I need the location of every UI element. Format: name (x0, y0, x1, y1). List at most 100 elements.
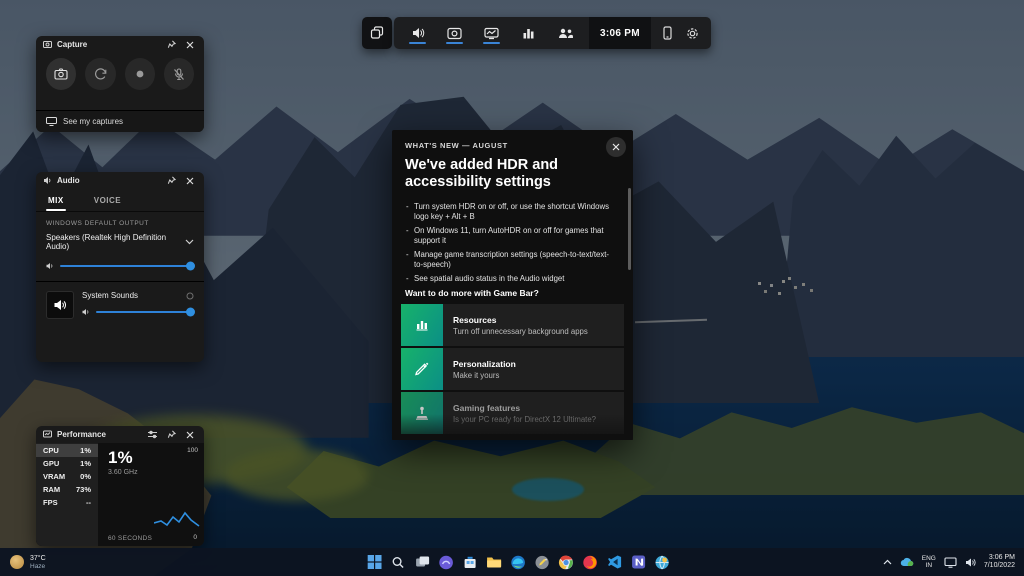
volume-low-icon (82, 308, 90, 316)
weather-haze-icon (10, 555, 24, 569)
card-title: Resources (453, 314, 497, 325)
whats-new-bullet: See spatial audio status in the Audio wi… (406, 274, 613, 284)
app-icon-n[interactable] (630, 554, 647, 571)
pin-icon[interactable] (164, 174, 178, 188)
search-button[interactable] (390, 554, 407, 571)
taskbar-weather-widget[interactable]: 37°C Haze (0, 555, 46, 570)
widget-menu-icon (370, 26, 384, 40)
card-subtitle: Turn off unnecessary background apps (453, 326, 588, 336)
whats-new-bullet-list: Turn system HDR on or off, or use the sh… (406, 202, 613, 288)
performance-open-indicator (483, 42, 500, 44)
weather-condition: Haze (30, 562, 46, 570)
screenshot-button[interactable] (46, 58, 77, 90)
performance-graph-area: 1% 3.60 GHz 100 0 60 SECONDS (98, 443, 204, 546)
close-button[interactable] (606, 137, 626, 157)
chrome-browser-icon[interactable] (558, 554, 575, 571)
app-icon-blue-code[interactable] (606, 554, 623, 571)
personalization-icon (401, 348, 443, 390)
performance-widget: Performance CPU 1% GPU 1% VRAM 0% RAM 73… (36, 426, 204, 546)
pin-icon[interactable] (164, 38, 178, 52)
audio-widget-icon (43, 176, 52, 185)
see-my-captures-label: See my captures (63, 117, 124, 126)
gamebar-clock: 3:06 PM (589, 17, 651, 49)
whats-new-prompt: Want to do more with Game Bar? (405, 288, 539, 298)
performance-widget-title: Performance (57, 430, 106, 439)
whats-new-bullet: Turn system HDR on or off, or use the sh… (406, 202, 613, 222)
close-icon[interactable] (183, 38, 197, 52)
resources-icon (401, 304, 443, 346)
whats-new-panel: WHAT'S NEW — AUGUST We've added HDR and … (392, 130, 633, 440)
performance-options-icon[interactable] (145, 428, 159, 442)
close-icon[interactable] (183, 428, 197, 442)
looking-for-group-widget-button[interactable] (557, 17, 574, 49)
language-code: ENG (921, 555, 936, 562)
language-indicator[interactable]: ENG IN (922, 555, 936, 569)
metric-vram[interactable]: VRAM 0% (36, 470, 98, 483)
cpu-frequency: 3.60 GHz (108, 469, 138, 476)
taskbar-clock[interactable]: 3:06 PM 7/10/2022 (984, 554, 1015, 570)
metric-fps[interactable]: FPS -- (36, 496, 98, 509)
spatial-audio-icon[interactable] (186, 292, 194, 300)
volume-slider-thumb[interactable] (186, 261, 195, 271)
edge-browser-icon[interactable] (510, 554, 527, 571)
system-sounds-label: System Sounds (82, 291, 139, 300)
network-icon[interactable] (944, 556, 957, 568)
capture-widget-button[interactable] (446, 17, 463, 49)
phone-link-icon[interactable] (663, 26, 672, 40)
audio-tab-mix[interactable]: MIX (46, 189, 66, 211)
card-title: Gaming features (453, 402, 521, 413)
audio-widget-title: Audio (57, 176, 80, 185)
screen: 3:06 PM Capture See my captures Audio MI… (0, 0, 1024, 576)
task-view-button[interactable] (414, 554, 431, 571)
performance-widget-button[interactable] (483, 17, 500, 49)
card-subtitle: Make it yours (453, 370, 500, 380)
output-device-dropdown[interactable]: Speakers (Realtek High Definition Audio) (46, 233, 194, 251)
graph-axis-max: 100 (187, 447, 198, 454)
app-icon-globe[interactable] (654, 554, 671, 571)
start-button[interactable] (366, 554, 383, 571)
firefox-browser-icon[interactable] (582, 554, 599, 571)
system-sounds-thumb[interactable] (186, 307, 195, 317)
whats-new-bullet: Manage game transcription settings (spee… (406, 250, 613, 270)
microsoft-store-icon[interactable] (462, 554, 479, 571)
achievements-widget-button[interactable] (520, 17, 537, 49)
audio-tab-voice[interactable]: VOICE (92, 189, 123, 211)
see-my-captures-button[interactable]: See my captures (36, 110, 204, 132)
personalization-card[interactable]: Personalization Make it yours (401, 348, 624, 390)
panel-scrollbar[interactable] (628, 188, 631, 270)
file-explorer-icon[interactable] (486, 554, 503, 571)
gamebar-settings-icon[interactable] (686, 27, 699, 40)
captures-gallery-icon (46, 117, 57, 126)
metric-cpu[interactable]: CPU 1% (36, 444, 98, 457)
capture-widget-icon (43, 40, 52, 49)
graph-axis-min: 0 (193, 534, 197, 541)
record-last-30s-button[interactable] (85, 58, 116, 90)
system-sounds-slider[interactable] (82, 307, 195, 317)
cpu-usage-sparkline (154, 511, 200, 527)
volume-icon[interactable] (965, 557, 976, 568)
weather-temp: 37°C (30, 554, 46, 562)
pin-icon[interactable] (164, 428, 178, 442)
close-icon[interactable] (183, 174, 197, 188)
onedrive-cloud-icon[interactable] (900, 557, 914, 567)
widget-menu-button[interactable] (362, 17, 392, 49)
audio-open-indicator (409, 42, 426, 44)
audio-widget-button[interactable] (409, 17, 426, 49)
app-icon-purple[interactable] (438, 554, 455, 571)
default-output-label: WINDOWS DEFAULT OUTPUT (46, 220, 149, 227)
system-sounds-tile (46, 291, 74, 319)
resources-card[interactable]: Resources Turn off unnecessary backgroun… (401, 304, 624, 346)
microphone-off-button[interactable] (163, 58, 194, 90)
capture-widget: Capture See my captures (36, 36, 204, 132)
start-recording-button[interactable] (124, 58, 155, 90)
tray-chevron-up-icon[interactable] (883, 559, 892, 565)
tray-time: 3:06 PM (988, 554, 1015, 561)
master-volume-slider[interactable] (46, 261, 195, 271)
metric-gpu[interactable]: GPU 1% (36, 457, 98, 470)
whats-new-title: We've added HDR and accessibility settin… (405, 157, 559, 190)
gaming-features-card[interactable]: Gaming features Is your PC ready for Dir… (401, 392, 624, 434)
metric-ram[interactable]: RAM 73% (36, 483, 98, 496)
gamebar-toolbar: 3:06 PM (362, 17, 711, 49)
app-icon-pen[interactable] (534, 554, 551, 571)
audio-widget: Audio MIX VOICE WINDOWS DEFAULT OUTPUT S… (36, 172, 204, 362)
